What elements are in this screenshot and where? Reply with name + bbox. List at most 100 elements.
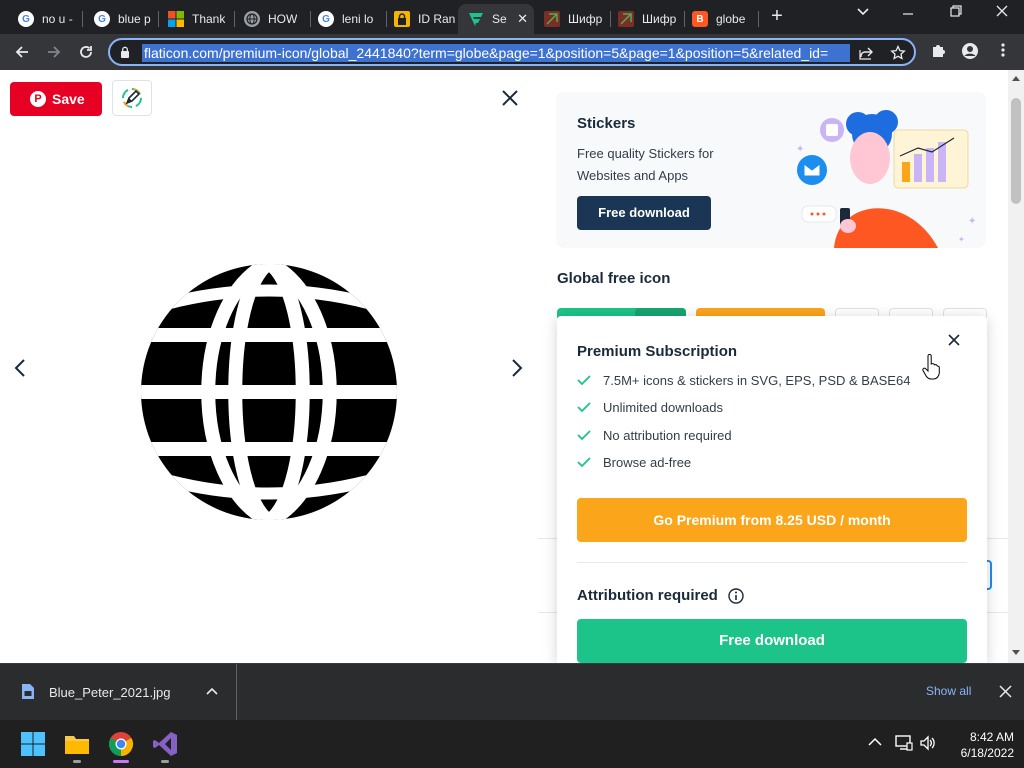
- download-shelf: Blue_Peter_2021.jpg Show all: [0, 663, 1024, 721]
- visual-studio-icon[interactable]: [151, 730, 179, 758]
- stickers-promo-card: Stickers Free quality Stickers for Websi…: [556, 92, 986, 248]
- file-icon: [22, 684, 34, 699]
- tab-9[interactable]: B globe: [682, 4, 758, 34]
- feature-item: Unlimited downloads: [577, 398, 723, 416]
- tab-label: Thank: [192, 12, 226, 26]
- close-shelf-icon[interactable]: [999, 685, 1012, 698]
- svg-text:✦: ✦: [968, 216, 976, 227]
- tab-0[interactable]: G no u -: [8, 4, 78, 34]
- icon-preview-pane: P Save: [0, 70, 538, 663]
- scroll-up-icon[interactable]: [1012, 76, 1020, 81]
- bookmark-star-icon[interactable]: [890, 44, 906, 64]
- free-download-button[interactable]: Free download: [577, 619, 967, 663]
- flaticon-icon: [468, 11, 484, 27]
- feature-item: Browse ad-free: [577, 453, 691, 471]
- chevron-up-tray-icon[interactable]: [868, 737, 882, 747]
- next-arrow-icon[interactable]: [509, 357, 525, 379]
- edit-icon-button[interactable]: [112, 80, 152, 116]
- extensions-puzzle-icon[interactable]: [928, 42, 948, 62]
- stickers-description: Free quality Stickers for Websites and A…: [577, 146, 714, 183]
- checkmark-icon: [577, 430, 591, 441]
- tab-2[interactable]: Thank: [158, 4, 232, 34]
- clock-date: 6/18/2022: [960, 746, 1014, 760]
- show-all-link[interactable]: Show all: [926, 684, 971, 698]
- lock-icon: [121, 46, 129, 58]
- save-label: Save: [52, 91, 85, 107]
- tab-4[interactable]: G leni lo: [308, 4, 384, 34]
- feature-text: No attribution required: [603, 427, 732, 443]
- profile-avatar-icon[interactable]: [960, 42, 980, 62]
- page-scrollbar[interactable]: [1008, 70, 1024, 663]
- restore-icon[interactable]: [944, 4, 968, 26]
- app-indicator-active: [113, 760, 129, 763]
- tab-separator: [758, 11, 759, 27]
- app-indicator: [73, 760, 81, 763]
- cipher-icon: [618, 11, 634, 27]
- chevron-up-icon[interactable]: [206, 686, 218, 696]
- google-icon: G: [318, 11, 334, 27]
- stickers-title: Stickers: [577, 115, 636, 132]
- back-button[interactable]: [10, 40, 34, 64]
- close-popup-icon[interactable]: [947, 333, 961, 347]
- app-indicator: [161, 760, 169, 763]
- feature-item: No attribution required: [577, 426, 732, 444]
- chrome-icon[interactable]: [107, 730, 135, 758]
- globe-icon: [244, 11, 260, 27]
- tab-8[interactable]: Шифр: [608, 4, 684, 34]
- feature-text: Browse ad-free: [603, 454, 692, 470]
- checkmark-icon: [577, 457, 591, 468]
- cipher-icon: [544, 11, 560, 27]
- tab-1[interactable]: G blue p: [84, 4, 156, 34]
- popup-title: Premium Subscription: [577, 343, 738, 360]
- new-tab-button[interactable]: +: [766, 6, 788, 28]
- go-premium-button[interactable]: Go Premium from 8.25 USD / month: [577, 498, 967, 542]
- menu-kebab-icon[interactable]: [993, 42, 1013, 62]
- google-icon: G: [18, 11, 34, 27]
- network-icon[interactable]: [895, 734, 913, 752]
- share-icon[interactable]: [858, 45, 874, 64]
- tab-6-active[interactable]: Se ✕: [458, 4, 534, 34]
- info-icon[interactable]: [728, 587, 744, 604]
- tab-label: HOW: [268, 12, 298, 26]
- scrollbar-thumb[interactable]: [1011, 98, 1021, 204]
- volume-icon[interactable]: [919, 734, 937, 752]
- google-icon: G: [94, 11, 110, 27]
- download-filename: Blue_Peter_2021.jpg: [49, 685, 171, 700]
- close-tab-icon[interactable]: ✕: [517, 11, 528, 27]
- pencil-icon: [122, 88, 142, 108]
- stickers-free-download-button[interactable]: Free download: [577, 196, 711, 230]
- checkmark-icon: [577, 402, 591, 413]
- icon-title: Global free icon: [557, 270, 671, 287]
- previous-arrow-icon[interactable]: [12, 357, 28, 379]
- tab-label: blue p: [118, 12, 151, 26]
- tab-separator: [82, 11, 83, 27]
- attribution-heading: Attribution required: [577, 587, 744, 604]
- tab-label: leni lo: [342, 12, 374, 26]
- tab-3[interactable]: HOW: [234, 4, 308, 34]
- blogger-icon: B: [692, 11, 708, 27]
- tab-5[interactable]: ID Ran: [384, 4, 460, 34]
- tab-label: Se: [492, 12, 507, 26]
- address-bar[interactable]: flaticon.com/premium-icon/global_2441840…: [108, 38, 916, 66]
- windows-start-icon[interactable]: [19, 730, 47, 758]
- tab-strip: G no u - G blue p Thank HOW G leni lo ID…: [0, 0, 1024, 34]
- reload-button[interactable]: [74, 40, 98, 64]
- close-preview-icon[interactable]: [498, 86, 522, 110]
- forward-button[interactable]: [42, 40, 66, 64]
- file-explorer-icon[interactable]: [63, 730, 91, 758]
- pinterest-save-button[interactable]: P Save: [10, 82, 102, 116]
- system-clock[interactable]: 8:42 AM 6/18/2022: [940, 729, 1014, 761]
- feature-text: 7.5M+ icons & stickers in SVG, EPS, PSD …: [603, 372, 911, 388]
- url-text[interactable]: flaticon.com/premium-icon/global_2441840…: [142, 44, 850, 62]
- tab-search-icon[interactable]: [852, 4, 874, 26]
- scroll-down-icon[interactable]: [1012, 650, 1020, 655]
- feature-item: 7.5M+ icons & stickers in SVG, EPS, PSD …: [577, 371, 910, 389]
- download-item[interactable]: Blue_Peter_2021.jpg: [0, 664, 237, 721]
- tab-label: Шифр: [642, 12, 677, 26]
- clock-time: 8:42 AM: [969, 730, 1014, 744]
- checkmark-icon: [577, 375, 591, 386]
- svg-text:✦: ✦: [958, 235, 965, 244]
- close-window-icon[interactable]: [990, 4, 1014, 26]
- minimize-icon[interactable]: [896, 4, 920, 26]
- tab-7[interactable]: Шифр: [534, 4, 610, 34]
